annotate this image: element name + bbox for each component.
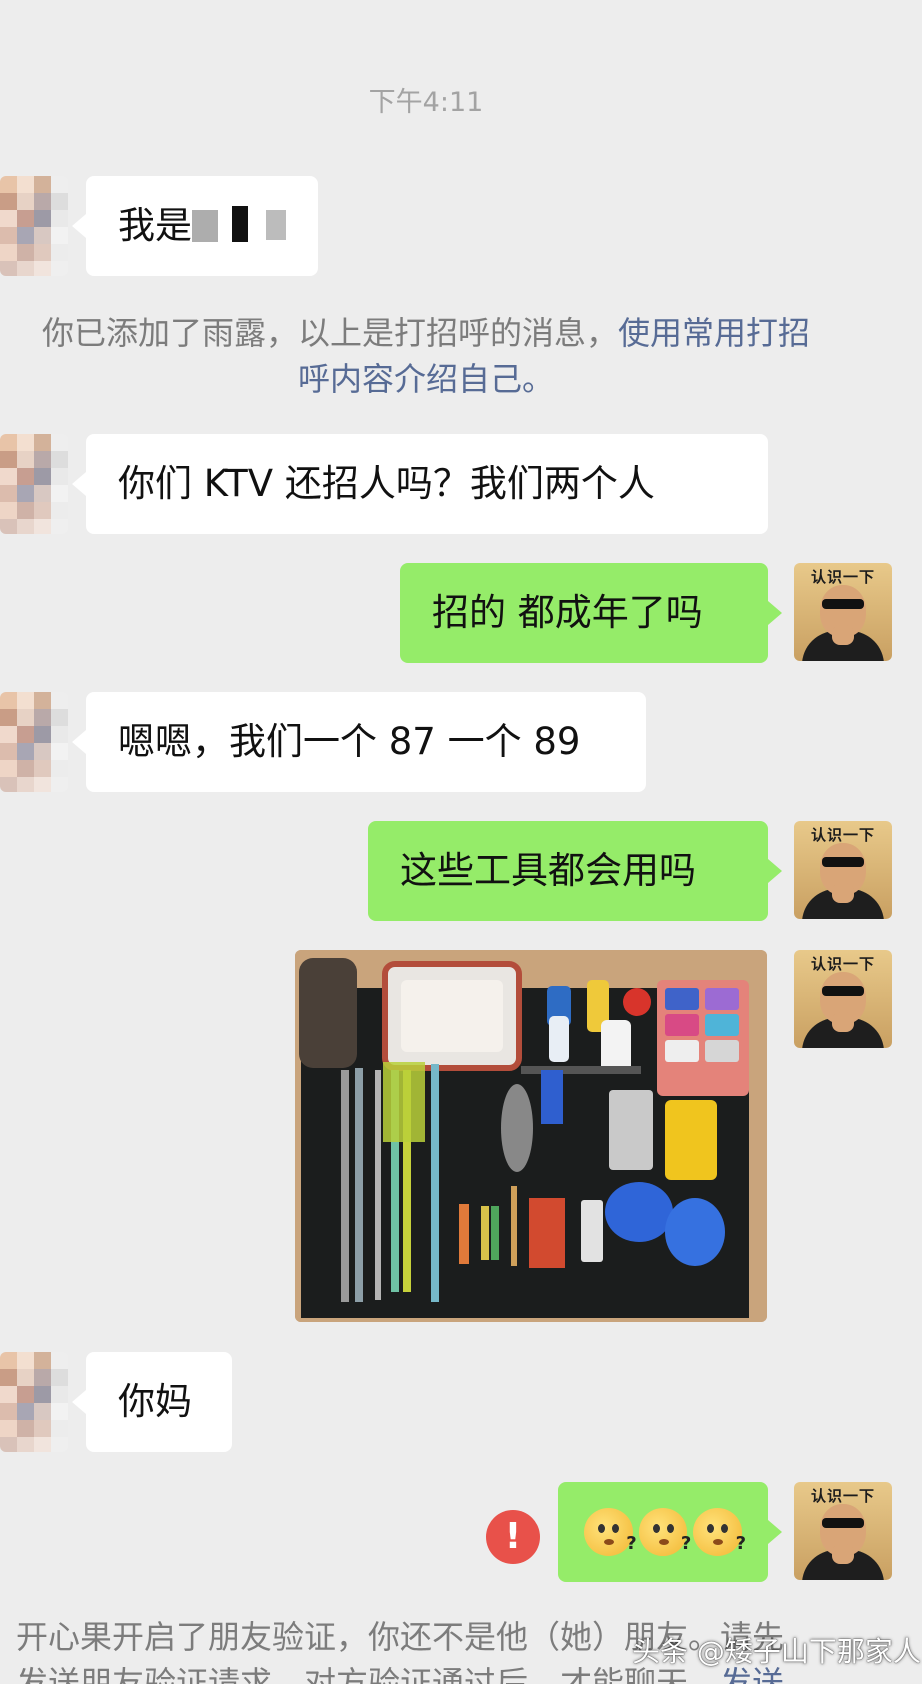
avatar-sunglasses xyxy=(822,1518,864,1528)
redacted-name-block xyxy=(192,210,218,242)
chat-screen: 下午4:11 我是 你已添加了雨露，以上是打招呼的消息，使用常用打招 呼内容介绍… xyxy=(0,0,922,1684)
contact-avatar[interactable] xyxy=(0,1352,68,1452)
redacted-name-block xyxy=(232,206,248,242)
exclamation-icon: ! xyxy=(504,1516,522,1557)
message-text: 你们 KTV 还招人吗？我们两个人 xyxy=(118,462,655,505)
avatar-sunglasses xyxy=(822,986,864,996)
message-bubble-left[interactable]: 我是 xyxy=(72,176,318,276)
avatar-sunglasses xyxy=(822,599,864,609)
contact-avatar[interactable] xyxy=(0,692,68,792)
avatar-sunglasses xyxy=(822,857,864,867)
avatar-hands xyxy=(832,1012,854,1032)
message-bubble-left[interactable]: 嗯嗯，我们一个 87 一个 89 xyxy=(72,692,646,792)
contact-avatar[interactable] xyxy=(0,176,68,276)
vacuum-shape xyxy=(299,958,357,1068)
greeting-template-link[interactable]: 使用常用打招 xyxy=(618,314,810,352)
my-avatar[interactable]: 认识一下 xyxy=(794,1482,892,1580)
message-bubble-right[interactable]: ? ? ? xyxy=(558,1482,782,1582)
avatar-caption: 认识一下 xyxy=(810,568,875,586)
greeting-template-link-tail[interactable]: 呼内容介绍自己。 xyxy=(298,360,554,398)
redacted-name-block xyxy=(266,210,286,240)
thinking-face-emoji-icon: ? xyxy=(584,1508,637,1556)
system-notice-text: 你已添加了雨露，以上是打招呼的消息， xyxy=(41,314,618,352)
my-avatar[interactable]: 认识一下 xyxy=(794,821,892,919)
message-timestamp: 下午4:11 xyxy=(368,87,484,118)
message-bubble-left[interactable]: 你妈 xyxy=(72,1352,232,1452)
my-avatar[interactable]: 认识一下 xyxy=(794,950,892,1048)
message-bubble-right[interactable]: 这些工具都会用吗 xyxy=(368,821,782,921)
avatar-hands xyxy=(832,883,854,903)
thinking-face-emoji-icon: ? xyxy=(638,1508,691,1556)
avatar-caption: 认识一下 xyxy=(810,826,875,844)
contact-avatar[interactable] xyxy=(0,434,68,534)
message-text: 嗯嗯，我们一个 87 一个 89 xyxy=(118,720,581,763)
avatar-hands xyxy=(832,1544,854,1564)
verification-text-line2: 发送朋友验证请求，对方验证通过后，才能聊天。 xyxy=(16,1664,721,1684)
avatar-caption: 认识一下 xyxy=(810,955,875,973)
source-watermark: 头条 @矮子山下那家人 xyxy=(632,1635,921,1668)
send-failed-icon[interactable]: ! xyxy=(486,1510,540,1564)
avatar-hands xyxy=(832,625,854,645)
message-text: 招的 都成年了吗 xyxy=(432,591,703,634)
message-bubble-right[interactable]: 招的 都成年了吗 xyxy=(400,563,782,663)
tools-photo-message[interactable] xyxy=(295,950,767,1322)
duster-shape xyxy=(501,1084,533,1172)
thinking-face-emoji-icon: ? xyxy=(693,1508,746,1556)
avatar-caption: 认识一下 xyxy=(810,1487,875,1505)
cleaning-tools-image xyxy=(295,950,767,1322)
system-notice: 你已添加了雨露，以上是打招呼的消息，使用常用打招 呼内容介绍自己。 xyxy=(0,310,852,402)
message-text: 你妈 xyxy=(118,1380,192,1423)
message-bubble-left[interactable]: 你们 KTV 还招人吗？我们两个人 xyxy=(72,434,768,534)
emoji-group: ? ? ? xyxy=(584,1482,746,1582)
message-text: 这些工具都会用吗 xyxy=(400,849,696,892)
message-text: 我是 xyxy=(118,204,192,247)
my-avatar[interactable]: 认识一下 xyxy=(794,563,892,661)
